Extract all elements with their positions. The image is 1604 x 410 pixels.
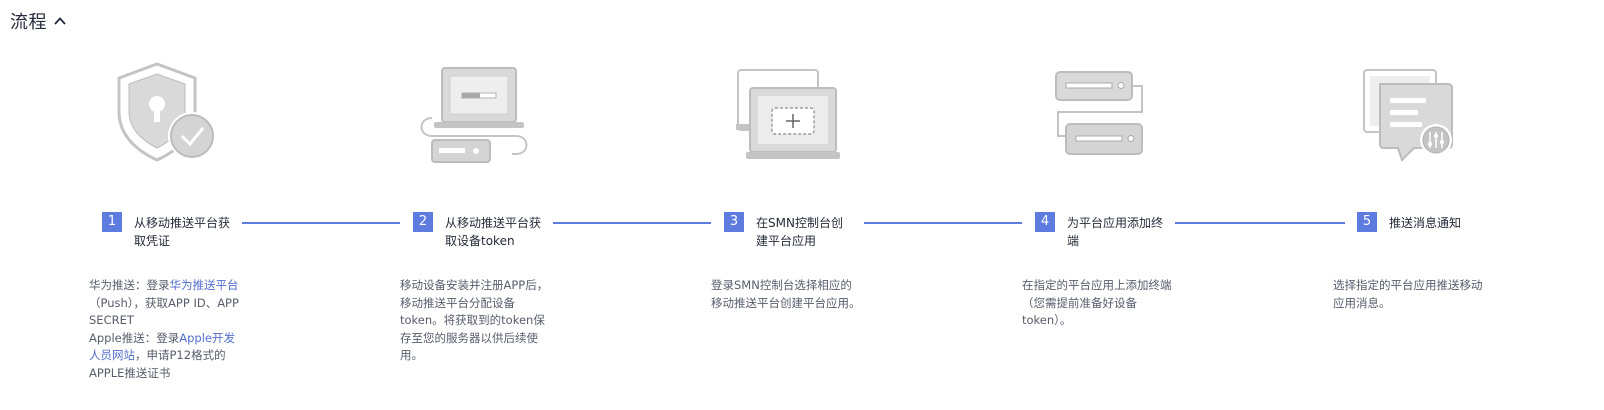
step-title: 在SMN控制台创 建平台应用: [756, 214, 843, 250]
step-title-line: 取凭证: [134, 234, 171, 248]
desc-line: （Push），获取APP ID、APP: [89, 295, 239, 310]
step-number-badge: 1: [102, 212, 122, 232]
step-connector-line: [864, 222, 1022, 224]
desc-text: 华为推送：登录: [89, 278, 170, 292]
laptop-device-icon: [420, 67, 528, 163]
step-connector-line: [242, 222, 400, 224]
step-connector-line: [553, 222, 711, 224]
step-number-badge: 3: [724, 212, 744, 232]
step-description: 选择指定的平台应用推送移动 应用消息。: [1333, 277, 1483, 312]
desc-line: token。将获取到的token保: [400, 313, 545, 327]
desc-line: 登录SMN控制台选择相应的: [711, 278, 852, 292]
chevron-up-icon[interactable]: [53, 14, 67, 28]
desc-line: token）。: [1022, 313, 1072, 327]
step-title-line: 推送消息通知: [1389, 216, 1462, 230]
step-description: 华为推送：登录华为推送平台 （Push），获取APP ID、APP SECRET…: [89, 277, 239, 382]
section-title: 流程: [10, 12, 47, 33]
desc-line: SECRET: [89, 313, 134, 327]
step-description: 移动设备安装并注册APP后， 移动推送平台分配设备 token。将获取到的tok…: [400, 277, 548, 365]
step-title-line: 在SMN控制台创: [756, 216, 843, 230]
step-connector-line: [1175, 222, 1345, 224]
step-number-badge: 2: [413, 212, 433, 232]
desc-line: 应用消息。: [1333, 295, 1391, 310]
huawei-push-platform-link[interactable]: 华为推送平台: [170, 278, 239, 292]
desc-line: 存至您的服务器以供后续使: [400, 330, 538, 345]
desc-line: 在指定的平台应用上添加终端: [1022, 278, 1172, 292]
desc-line: 选择指定的平台应用推送移动: [1333, 278, 1483, 292]
step-title-line: 从移动推送平台获: [445, 216, 542, 230]
step-number-badge: 4: [1035, 212, 1055, 232]
step-title-line: 端: [1067, 234, 1080, 248]
step-title: 推送消息通知: [1389, 214, 1461, 232]
create-app-icon: [736, 69, 840, 159]
step-title: 从移动推送平台获 取设备token: [445, 214, 541, 250]
apple-developer-site-link[interactable]: 人员网站: [89, 348, 135, 362]
step-description: 在指定的平台应用上添加终端 （您需提前准备好设备 token）。: [1022, 277, 1172, 330]
endpoint-servers-icon: [1055, 71, 1143, 155]
desc-line: 移动推送平台创建平台应用。: [711, 295, 861, 310]
desc-text: Apple推送：登录: [89, 330, 180, 345]
step-title-line: 取设备token: [445, 234, 515, 248]
desc-line: 用。: [400, 348, 423, 362]
desc-line: APPLE推送证书: [89, 365, 171, 380]
step-title: 为平台应用添加终 端: [1067, 214, 1163, 250]
step-number-badge: 5: [1357, 212, 1377, 232]
shield-check-icon: [117, 62, 216, 162]
process-section-header[interactable]: 流程: [10, 9, 67, 33]
desc-line: 移动设备安装并注册APP后，: [400, 278, 549, 292]
step-title-line: 为平台应用添加终: [1067, 216, 1164, 230]
apple-developer-site-link[interactable]: Apple开发: [179, 331, 235, 345]
step-title: 从移动推送平台获 取凭证: [134, 214, 230, 250]
desc-line: 移动推送平台分配设备: [400, 295, 515, 310]
message-settings-icon: [1363, 69, 1453, 162]
desc-line: （您需提前准备好设备: [1022, 295, 1137, 310]
step-title-line: 建平台应用: [756, 234, 817, 248]
step-description: 登录SMN控制台选择相应的 移动推送平台创建平台应用。: [711, 277, 861, 312]
desc-text: ，申请P12格式的: [135, 348, 226, 362]
step-title-line: 从移动推送平台获: [134, 216, 231, 230]
